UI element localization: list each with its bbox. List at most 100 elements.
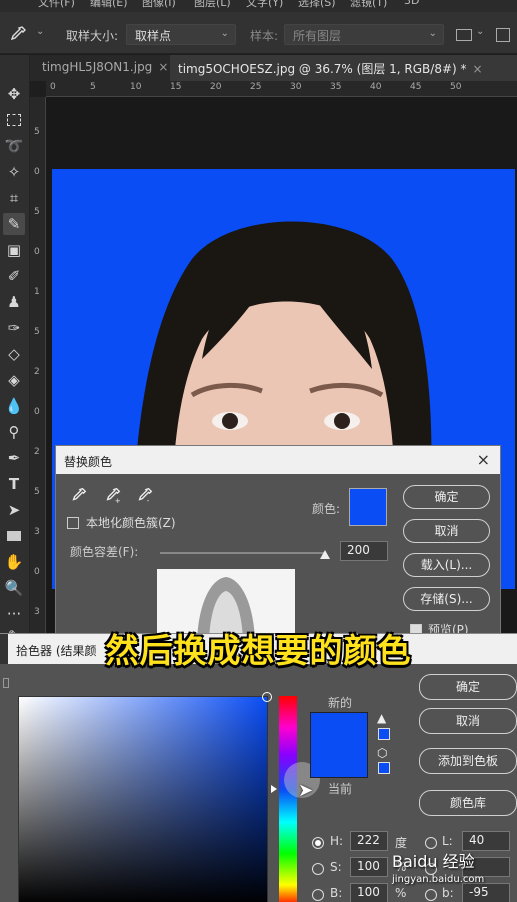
tab-document-2[interactable]: timg5OCHOESZ.jpg @ 36.7% (图层 1, RGB/8#) … [170,55,517,81]
close-icon[interactable]: × [477,450,490,469]
chevron-down-icon[interactable]: ⌄ [36,26,44,37]
type-tool-icon[interactable]: T [3,473,25,495]
localized-clusters-label: 本地化颜色簇(Z) [86,516,176,530]
dodge-tool-icon[interactable]: ⚲ [3,421,25,443]
menu-edit[interactable]: 编辑(E) [90,0,128,10]
watermark-logo-text: Baidu 经验 [392,852,475,871]
ruler-label: 15 [170,82,182,92]
tab-label: timgHL5J8ON1.jpg [42,60,153,74]
sample-layers-icon[interactable] [456,29,472,41]
menu-layer[interactable]: 图层(L) [194,0,231,10]
sample-select[interactable]: 所有图层 ⌄ [284,24,444,45]
ruler-label: 5 [34,207,40,217]
eyedropper-icon[interactable] [70,486,88,504]
blur-tool-icon[interactable]: 💧 [3,395,25,417]
sample-size-select[interactable]: 取样点 ⌄ [126,24,236,45]
paint-bucket-icon[interactable]: ◈ [3,369,25,391]
path-select-icon[interactable]: ➤ [3,499,25,521]
chevron-down-icon: ⌄ [428,28,437,39]
chevron-down-icon[interactable]: ⌄ [476,26,484,37]
color-label: 颜色: [312,502,341,516]
close-icon[interactable]: × [473,62,483,76]
add-to-swatches-button[interactable]: 添加到色板 [419,748,517,774]
color-selector-ring[interactable] [262,692,272,702]
sampled-color-swatch[interactable] [349,488,387,526]
menu-image[interactable]: 图像(I) [142,0,176,10]
history-brush-icon[interactable]: ✑ [3,317,25,339]
web-safe-cube-icon[interactable]: ⬡ [377,746,387,760]
close-icon[interactable]: × [158,60,168,74]
eyedropper-tool-icon[interactable]: ✎ [3,213,25,235]
tab-label: timg5OCHOESZ.jpg @ 36.7% (图层 1, RGB/8#) … [178,62,467,76]
eyedropper-minus-icon[interactable]: - [136,486,154,504]
sample-label: 样本: [250,29,279,43]
saturation-label: S: [330,860,342,874]
cancel-button[interactable]: 取消 [403,519,490,543]
ruler-label: 5 [34,127,40,137]
ruler-label: 45 [410,82,422,92]
color-libraries-button[interactable]: 颜色库 [419,790,517,816]
hue-slider-arrow-left[interactable] [271,785,277,793]
load-button[interactable]: 载入(L)... [403,553,490,577]
ok-button[interactable]: 确定 [419,674,517,700]
pen-tool-icon[interactable]: ✒ [3,447,25,469]
stamp-tool-icon[interactable]: ♟ [3,291,25,313]
ruler-label: 20 [210,82,222,92]
lab-l-label: L: [442,834,453,848]
hue-radio[interactable] [312,837,324,849]
saturation-input[interactable]: 100 [350,857,388,877]
gamut-warning-icon[interactable]: ▲ [377,711,386,725]
ruler-label: 3 [34,527,40,537]
magic-wand-icon[interactable]: ✧ [3,161,25,183]
more-tools-icon[interactable]: ··· [3,603,25,625]
eyedropper-icon[interactable] [8,24,28,44]
ruler-label: 40 [370,82,382,92]
show-ring-icon[interactable] [496,28,510,42]
hue-slider[interactable] [279,696,297,902]
saturation-brightness-field[interactable] [18,692,272,902]
save-button[interactable]: 存储(S)... [403,587,490,611]
chevron-down-icon: ⌄ [220,28,229,39]
marquee-tool-icon[interactable] [3,109,25,131]
menu-select[interactable]: 选择(S) [298,0,336,10]
tools-panel: ✥ ➰ ✧ ⌗ ✎ ▣ ✐ ♟ ✑ ◇ ◈ 💧 ⚲ ✒ T ➤ ✋ 🔍 ··· … [0,55,30,655]
tolerance-slider-thumb[interactable] [320,550,330,559]
localized-clusters-checkbox[interactable] [67,517,79,529]
ok-button[interactable]: 确定 [403,485,490,509]
eyedropper-plus-icon[interactable]: + [104,486,122,504]
web-safe-swatch[interactable] [378,762,390,774]
tolerance-slider-track[interactable] [160,552,326,554]
menu-3d[interactable]: 3D [404,0,419,7]
menu-file[interactable]: 文件(F) [38,0,75,10]
brush-tool-icon[interactable]: ✐ [3,265,25,287]
rectangle-tool-icon[interactable] [3,525,25,547]
document-tabs: timgHL5J8ON1.jpg × timg5OCHOESZ.jpg @ 36.… [30,55,517,81]
sample-size-label: 取样大小: [66,29,119,43]
new-current-color-swatch[interactable] [310,712,368,778]
zoom-tool-icon[interactable]: 🔍 [3,577,25,599]
menu-type[interactable]: 文字(Y) [246,0,283,10]
tolerance-value[interactable]: 200 [340,541,388,561]
lasso-tool-icon[interactable]: ➰ [3,135,25,157]
gamut-correction-swatch[interactable] [378,728,390,740]
menu-filter[interactable]: 滤镜(T) [350,0,387,10]
ruler-label: 5 [90,82,96,92]
eraser-tool-icon[interactable]: ◇ [3,343,25,365]
saturation-radio[interactable] [312,863,324,875]
brightness-radio[interactable] [312,889,324,901]
ruler-label: 0 [34,247,40,257]
dialog-titlebar: 替换颜色 × [56,446,500,474]
frame-tool-icon[interactable]: ▣ [3,239,25,261]
move-tool-icon[interactable]: ✥ [3,83,25,105]
ruler-label: 50 [450,82,462,92]
cancel-button[interactable]: 取消 [419,708,517,734]
options-bar: ⌄ 取样大小: 取样点 ⌄ 样本: 所有图层 ⌄ ⌄ [0,12,517,54]
ruler-label: 10 [130,82,142,92]
hue-input[interactable]: 222 [350,831,388,851]
crop-tool-icon[interactable]: ⌗ [3,187,25,209]
tab-document-1[interactable]: timgHL5J8ON1.jpg × [34,55,168,81]
hand-tool-icon[interactable]: ✋ [3,551,25,573]
new-color-label: 新的 [328,696,353,710]
brightness-input[interactable]: 100 [350,883,388,902]
ruler-label: 2 [34,447,40,457]
